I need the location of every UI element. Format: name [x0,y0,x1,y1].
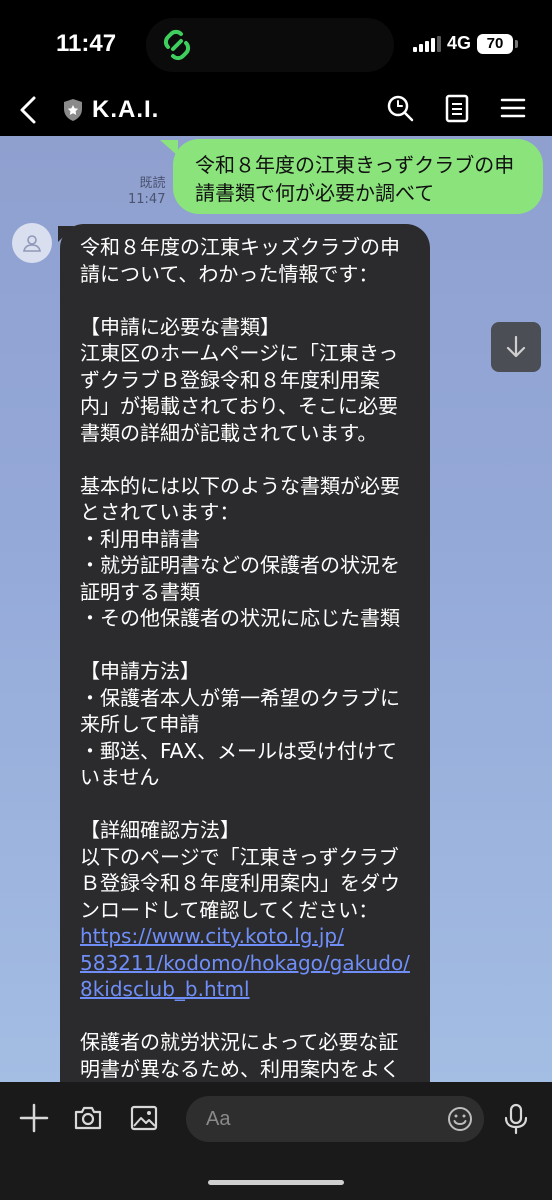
received-footer: 保護者の就労状況によって必要な証明書が異なるため、利用案内をよくお読みいただいた… [80,1003,416,1083]
received-body: 令和８年度の江東キッズクラブの申 請について、わかった情報です： 【申請に必要な書類… [80,234,416,923]
message-line: ずクラブＢ登録令和８年度利用案 [80,367,380,392]
message-line: 明書が異なるため、利用案内をよく [80,1056,400,1081]
microphone-icon[interactable] [500,1102,532,1136]
sent-message[interactable]: 令和８年度の江東きっずクラブの申 請書類で何が必要か調べて [173,139,543,214]
battery-icon: 70 [477,33,513,54]
notes-icon[interactable] [442,92,472,124]
message-link-line[interactable]: 8kidsclub_b.html [80,976,416,1003]
status-bar: 11:47 4G 70 [0,0,552,84]
user-icon [23,235,41,252]
message-line [80,446,416,473]
chat-area[interactable]: 既読 11:47 令和８年度の江東きっずクラブの申 請書類で何が必要か調べて 令… [0,136,552,1082]
message-line: 証明する書類 [80,579,200,604]
chat-header: K.A.I. [0,84,552,136]
avatar[interactable] [12,223,52,263]
message-line: ・郵送、FAX、メールは受け付けて [80,738,398,763]
plus-icon[interactable] [18,1102,50,1134]
message-line: 保護者の就労状況によって必要な証 [80,1030,399,1054]
message-line: 令和８年度の江東キッズクラブの申 [80,235,400,259]
shield-icon [64,99,82,121]
message-line: 【申請に必要な書類】 [80,314,280,339]
message-line: 請について、わかった情報です： [80,261,379,286]
message-line: 内」が掲載されており、そこに必要 [80,394,398,418]
sent-time: 11:47 [128,192,166,207]
arrow-down-icon [506,335,526,358]
message-line: 来所して申請 [80,712,200,736]
message-composer: Aa [0,1082,552,1200]
message-link-line[interactable]: https://www.city.koto.lg.jp/ [80,923,416,950]
message-line: いません [80,765,160,789]
image-icon[interactable] [128,1102,160,1134]
signal-icon [412,35,441,52]
message-line: 江東区のホームページに「江東きっ [80,341,399,365]
scroll-to-bottom-button[interactable] [491,322,541,372]
camera-icon[interactable] [72,1102,104,1134]
message-line [80,1003,416,1030]
battery-tip [515,39,518,48]
message-line: ・保護者本人が第一希望のクラブに [80,685,400,710]
message-line: ・就労証明書などの保護者の状況を [80,553,400,577]
link-icon [163,29,191,61]
message-line: 書類の詳細が記載されています。 [80,420,378,445]
search-icon[interactable] [384,92,416,124]
message-line: Ｂ登録令和８年度利用案内」をダウ [80,871,400,895]
message-line [80,287,416,314]
message-input[interactable]: Aa [186,1096,484,1142]
message-line [80,632,416,659]
message-line: 以下のページで「江東きっずクラブ [80,844,399,869]
message-line: ンロードして確認してください： [80,897,379,922]
received-message[interactable]: 令和８年度の江東キッズクラブの申 請について、わかった情報です： 【申請に必要な書類… [60,224,430,1082]
message-line: ・利用申請書 [80,526,200,551]
message-line: 基本的には以下のような書類が必要 [80,473,400,498]
status-time: 11:47 [56,30,117,57]
message-line: とされています： [80,500,240,524]
message-input-placeholder: Aa [206,1108,231,1130]
read-receipt: 既読 11:47 [128,176,165,208]
message-line: 【申請方法】 [80,659,200,683]
back-icon[interactable] [14,92,44,128]
network-label: 4G [446,33,471,53]
received-link[interactable]: https://www.city.koto.lg.jp/583211/kodom… [80,923,416,1003]
home-indicator [208,1180,344,1185]
menu-icon[interactable] [498,92,528,124]
message-line: 【詳細確認方法】 [80,818,240,842]
read-label: 既読 [139,176,166,191]
chat-title[interactable]: K.A.I. [92,96,159,124]
status-indicators: 4G 70 [412,33,518,54]
message-link-line[interactable]: 583211/kodomo/hokago/gakudo/ [80,950,416,977]
message-line: ・その他保護者の状況に応じた書類 [80,606,400,630]
sent-line: 令和８年度の江東きっずクラブの申 [195,153,515,177]
emoji-icon[interactable] [446,1105,474,1133]
dynamic-island [146,18,394,72]
message-line [80,791,416,818]
sent-line: 請書類で何が必要か調べて [195,181,435,205]
